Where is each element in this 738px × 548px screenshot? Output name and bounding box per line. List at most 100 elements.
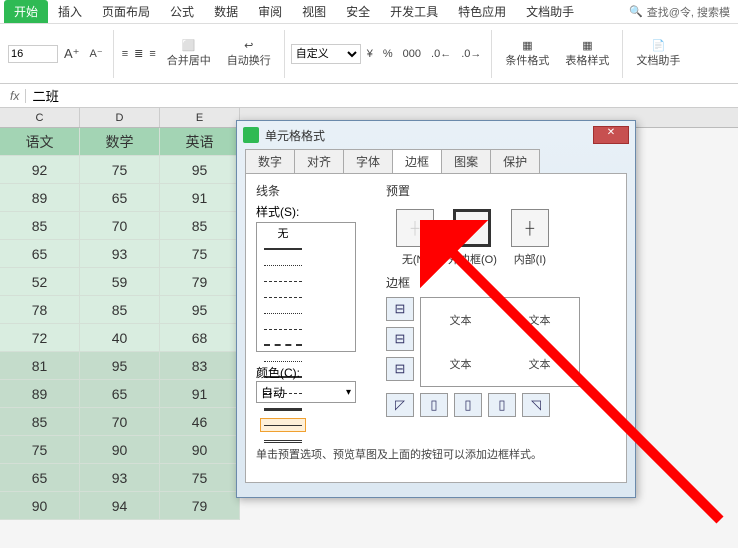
data-cell[interactable]: 59	[80, 268, 160, 296]
data-cell[interactable]: 93	[80, 464, 160, 492]
col-header-e[interactable]: E	[160, 108, 240, 127]
percent-icon[interactable]: %	[379, 48, 397, 60]
border-vmid-button[interactable]: ▯	[454, 393, 482, 417]
preset-inside-button[interactable]: ┼ 内部(I)	[511, 209, 549, 267]
col-header-d[interactable]: D	[80, 108, 160, 127]
comma-icon[interactable]: 000	[399, 48, 425, 60]
currency-icon[interactable]: ¥	[363, 48, 377, 60]
tab-formula[interactable]: 公式	[160, 0, 204, 23]
data-cell[interactable]: 90	[160, 436, 240, 464]
number-format-combo[interactable]: 自定义	[291, 44, 361, 64]
dlg-tab-align[interactable]: 对齐	[294, 149, 344, 173]
dlg-tab-pattern[interactable]: 图案	[441, 149, 491, 173]
data-cell[interactable]: 79	[160, 492, 240, 520]
border-top-button[interactable]: ⊟	[386, 297, 414, 321]
data-cell[interactable]: 75	[0, 436, 80, 464]
style-med-dash[interactable]	[260, 338, 306, 352]
header-cell[interactable]: 英语	[160, 128, 240, 156]
border-left-button[interactable]: ▯	[420, 393, 448, 417]
data-cell[interactable]: 95	[80, 352, 160, 380]
decrease-font-icon[interactable]: A⁻	[86, 47, 107, 60]
tab-developer[interactable]: 开发工具	[380, 0, 448, 23]
data-cell[interactable]: 89	[0, 184, 80, 212]
tab-security[interactable]: 安全	[336, 0, 380, 23]
increase-font-icon[interactable]: A⁺	[60, 46, 84, 62]
cond-format-button[interactable]: ▦ 条件格式	[498, 36, 556, 71]
style-dashdot[interactable]	[260, 274, 306, 288]
data-cell[interactable]: 85	[0, 408, 80, 436]
data-cell[interactable]: 75	[80, 156, 160, 184]
data-cell[interactable]: 85	[160, 212, 240, 240]
ribbon-search[interactable]: 🔍 查找@令, 搜索模	[629, 4, 738, 20]
doc-helper-button[interactable]: 📄 文档助手	[629, 36, 687, 71]
data-cell[interactable]: 93	[80, 240, 160, 268]
data-cell[interactable]: 52	[0, 268, 80, 296]
preset-none-button[interactable]: ┼ 无(N)	[396, 209, 434, 267]
formula-input[interactable]	[26, 88, 734, 103]
data-cell[interactable]: 72	[0, 324, 80, 352]
data-cell[interactable]: 65	[80, 380, 160, 408]
header-cell[interactable]: 语文	[0, 128, 80, 156]
data-cell[interactable]: 65	[0, 240, 80, 268]
data-cell[interactable]: 78	[0, 296, 80, 324]
fx-label[interactable]: fx	[4, 89, 26, 103]
style-heavy[interactable]	[260, 402, 306, 416]
data-cell[interactable]: 85	[80, 296, 160, 324]
decimal-inc-icon[interactable]: .0←	[427, 48, 455, 60]
data-cell[interactable]: 91	[160, 380, 240, 408]
border-bottom-button[interactable]: ⊟	[386, 357, 414, 381]
data-cell[interactable]: 40	[80, 324, 160, 352]
data-cell[interactable]: 90	[80, 436, 160, 464]
border-hmid-button[interactable]: ⊟	[386, 327, 414, 351]
data-cell[interactable]: 70	[80, 408, 160, 436]
style-dashed[interactable]	[260, 290, 306, 304]
tab-page-layout[interactable]: 页面布局	[92, 0, 160, 23]
tab-view[interactable]: 视图	[292, 0, 336, 23]
close-button[interactable]: ✕	[593, 126, 629, 144]
style-dotted[interactable]	[260, 258, 306, 272]
style-dashdotdot[interactable]	[260, 306, 306, 320]
style-fine-dash[interactable]	[260, 322, 306, 336]
border-diag2-button[interactable]: ◹	[522, 393, 550, 417]
dialog-titlebar[interactable]: 单元格格式 ✕	[237, 121, 635, 149]
style-none[interactable]: 无	[260, 226, 306, 240]
color-combo[interactable]: 自动	[256, 381, 356, 403]
data-cell[interactable]: 75	[160, 464, 240, 492]
data-cell[interactable]: 46	[160, 408, 240, 436]
tab-special[interactable]: 特色应用	[448, 0, 516, 23]
header-cell[interactable]: 数学	[80, 128, 160, 156]
preset-outline-button[interactable]: ┼ 外边框(O)	[448, 209, 497, 267]
data-cell[interactable]: 85	[0, 212, 80, 240]
tab-review[interactable]: 审阅	[248, 0, 292, 23]
data-cell[interactable]: 68	[160, 324, 240, 352]
table-style-button[interactable]: ▦ 表格样式	[558, 36, 616, 71]
dlg-tab-border[interactable]: 边框	[392, 149, 442, 173]
data-cell[interactable]: 70	[80, 212, 160, 240]
tab-data[interactable]: 数据	[204, 0, 248, 23]
style-thin[interactable]	[260, 418, 306, 432]
align-right-icon[interactable]: ≡	[147, 46, 157, 62]
data-cell[interactable]: 75	[160, 240, 240, 268]
data-cell[interactable]: 91	[160, 184, 240, 212]
data-cell[interactable]: 83	[160, 352, 240, 380]
data-cell[interactable]: 92	[0, 156, 80, 184]
data-cell[interactable]: 65	[80, 184, 160, 212]
data-cell[interactable]: 94	[80, 492, 160, 520]
merge-center-button[interactable]: ⬜ 合并居中	[160, 36, 218, 71]
data-cell[interactable]: 95	[160, 296, 240, 324]
dlg-tab-number[interactable]: 数字	[245, 149, 295, 173]
data-cell[interactable]: 95	[160, 156, 240, 184]
border-preview[interactable]: 文本 文本 文本 文本	[420, 297, 580, 387]
align-center-icon[interactable]: ≣	[132, 45, 145, 62]
data-cell[interactable]: 81	[0, 352, 80, 380]
data-cell[interactable]: 90	[0, 492, 80, 520]
border-diag1-button[interactable]: ◸	[386, 393, 414, 417]
data-cell[interactable]: 65	[0, 464, 80, 492]
font-size-input[interactable]	[8, 45, 58, 63]
data-cell[interactable]: 89	[0, 380, 80, 408]
col-header-c[interactable]: C	[0, 108, 80, 127]
style-thick[interactable]	[260, 242, 306, 256]
tab-home[interactable]: 开始	[4, 0, 48, 23]
dlg-tab-font[interactable]: 字体	[343, 149, 393, 173]
align-left-icon[interactable]: ≡	[120, 46, 130, 62]
